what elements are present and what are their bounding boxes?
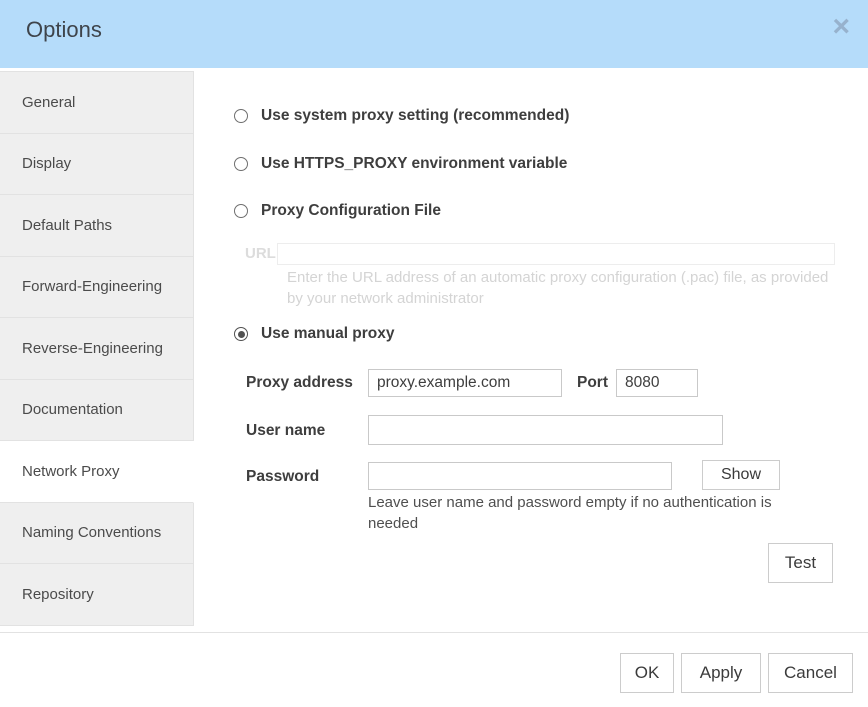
radio-option-label: Use manual proxy xyxy=(261,325,395,343)
sidebar-item-network-proxy[interactable]: Network Proxy xyxy=(0,441,194,503)
radio-option-https-proxy-env[interactable]: Use HTTPS_PROXY environment variable xyxy=(234,155,567,173)
user-name-label: User name xyxy=(246,422,325,440)
radio-option-manual-proxy[interactable]: Use manual proxy xyxy=(234,325,395,343)
radio-option-system-proxy[interactable]: Use system proxy setting (recommended) xyxy=(234,107,569,125)
password-label: Password xyxy=(246,468,319,486)
url-helper-text: Enter the URL address of an automatic pr… xyxy=(287,267,832,309)
radio-unchecked-icon[interactable] xyxy=(234,157,248,171)
user-name-input[interactable] xyxy=(368,415,723,445)
url-label: URL xyxy=(245,243,276,265)
footer-divider xyxy=(0,632,868,633)
show-password-button[interactable]: Show xyxy=(702,460,780,490)
dialog-header: Options × xyxy=(0,0,868,68)
radio-unchecked-icon[interactable] xyxy=(234,204,248,218)
dialog-title: Options xyxy=(26,17,102,43)
options-dialog: Options × General Display Default Paths … xyxy=(0,0,868,707)
sidebar: General Display Default Paths Forward-En… xyxy=(0,71,194,626)
radio-checked-icon[interactable] xyxy=(234,327,248,341)
radio-option-label: Use HTTPS_PROXY environment variable xyxy=(261,155,567,173)
sidebar-item-default-paths[interactable]: Default Paths xyxy=(0,195,194,257)
url-input xyxy=(277,243,835,265)
port-label: Port xyxy=(577,374,608,392)
sidebar-item-display[interactable]: Display xyxy=(0,134,194,196)
close-icon[interactable]: × xyxy=(832,12,850,42)
test-button[interactable]: Test xyxy=(768,543,833,583)
radio-option-proxy-config-file[interactable]: Proxy Configuration File xyxy=(234,202,441,220)
sidebar-item-naming-conventions[interactable]: Naming Conventions xyxy=(0,503,194,565)
apply-button[interactable]: Apply xyxy=(681,653,761,693)
cancel-button[interactable]: Cancel xyxy=(768,653,853,693)
proxy-address-input[interactable] xyxy=(368,369,562,397)
network-proxy-panel: Use system proxy setting (recommended) U… xyxy=(194,68,868,707)
ok-button[interactable]: OK xyxy=(620,653,674,693)
sidebar-item-reverse-engineering[interactable]: Reverse-Engineering xyxy=(0,318,194,380)
sidebar-item-forward-engineering[interactable]: Forward-Engineering xyxy=(0,257,194,319)
radio-option-label: Proxy Configuration File xyxy=(261,202,441,220)
radio-unchecked-icon[interactable] xyxy=(234,109,248,123)
sidebar-item-repository[interactable]: Repository xyxy=(0,564,194,626)
auth-helper-text: Leave user name and password empty if no… xyxy=(368,492,818,534)
proxy-address-label: Proxy address xyxy=(246,374,353,392)
radio-option-label: Use system proxy setting (recommended) xyxy=(261,107,569,125)
footer-buttons: OK Apply Cancel xyxy=(620,653,853,693)
sidebar-item-general[interactable]: General xyxy=(0,72,194,134)
port-input[interactable] xyxy=(616,369,698,397)
sidebar-item-documentation[interactable]: Documentation xyxy=(0,380,194,442)
password-input[interactable] xyxy=(368,462,672,490)
